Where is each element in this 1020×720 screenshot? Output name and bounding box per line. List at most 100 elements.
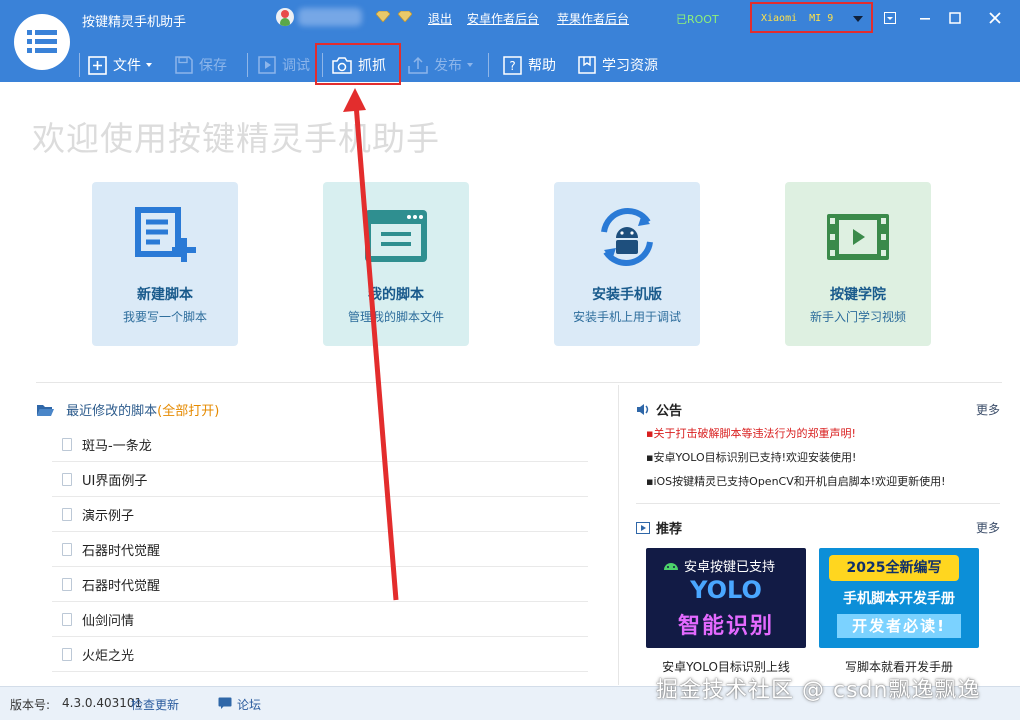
new-script-card[interactable]: 新建脚本 我要写一个脚本 <box>92 182 238 346</box>
device-name: Xiaomi MI 9 <box>761 13 834 24</box>
logout-link[interactable]: 退出 <box>428 10 452 27</box>
vip-diamond-icon-2 <box>398 11 412 22</box>
recent-script-item[interactable]: 火炬之光 <box>52 637 588 672</box>
user-name-redacted <box>298 8 362 26</box>
announcement-text: 关于打击破解脚本等违法行为的郑重声明! <box>653 427 856 440</box>
recent-script-item[interactable]: 演示例子 <box>52 497 588 532</box>
recent-scripts-header: 最近修改的脚本(全部打开) <box>36 400 219 419</box>
script-file-icon <box>62 542 72 556</box>
announcement-item[interactable]: ▪关于打击破解脚本等违法行为的郑重声明! <box>646 425 856 441</box>
panel-divider <box>636 503 1000 504</box>
app-title: 按键精灵手机助手 <box>82 15 187 30</box>
chevron-down-icon <box>853 16 863 22</box>
recent-script-item[interactable]: UI界面例子 <box>52 462 588 497</box>
title-bar: 按键精灵手机助手 退出 安卓作者后台 苹果作者后台 已ROOT Xiaomi M… <box>0 0 1020 82</box>
root-status: 已ROOT <box>676 13 719 26</box>
watermark-text: 掘金技术社区 @ csdn飘逸飘逸 <box>656 678 981 703</box>
publish-label: 发布 <box>434 58 462 74</box>
script-name: UI界面例子 <box>82 473 148 489</box>
main-menu-button[interactable] <box>14 14 70 70</box>
card-subtitle: 新手入门学习视频 <box>809 310 906 324</box>
card-subtitle: 安装手机上用于调试 <box>572 310 681 324</box>
app-window: 按键精灵手机助手 退出 安卓作者后台 苹果作者后台 已ROOT Xiaomi M… <box>0 0 1020 720</box>
minimize-button[interactable] <box>915 8 935 28</box>
recommend-header: 推荐 <box>636 518 682 537</box>
save-button[interactable]: 保存 <box>175 54 227 76</box>
card-title: 新建脚本 <box>137 287 193 303</box>
announcement-item[interactable]: ▪iOS按键精灵已支持OpenCV和开机自启脚本!欢迎更新使用! <box>646 473 946 489</box>
my-scripts-card[interactable]: 我的脚本 管理我的脚本文件 <box>323 182 469 346</box>
caret-down-icon <box>146 63 152 67</box>
upload-icon <box>408 56 428 74</box>
version-label: 版本号: <box>10 698 51 712</box>
recommend-more-link[interactable]: 更多 <box>976 519 1000 536</box>
script-name: 演示例子 <box>82 508 135 524</box>
menu-list-icon <box>27 30 57 53</box>
announcement-item[interactable]: ▪安卓YOLO目标识别已支持!欢迎安装使用! <box>646 449 856 465</box>
script-file-icon <box>62 437 72 451</box>
install-mobile-card[interactable]: 安装手机版 安装手机上用于调试 <box>554 182 700 346</box>
close-button[interactable] <box>985 8 1005 28</box>
maximize-button[interactable] <box>945 8 965 28</box>
skin-button[interactable] <box>880 8 900 28</box>
column-divider <box>618 385 619 685</box>
script-name: 石器时代觉醒 <box>82 578 161 594</box>
save-label: 保存 <box>199 58 227 74</box>
forum-chat-icon <box>218 697 232 709</box>
recent-scripts-title: 最近修改的脚本 <box>66 404 158 419</box>
check-update-link[interactable]: 检查更新 <box>131 696 179 713</box>
help-button[interactable]: ? 帮助 <box>503 54 556 76</box>
svg-text:?: ? <box>509 59 515 73</box>
caret-down-icon <box>467 63 473 67</box>
user-avatar[interactable] <box>276 8 294 26</box>
announcement-text: iOS按键精灵已支持OpenCV和开机自启脚本!欢迎更新使用! <box>653 475 946 488</box>
video-film-icon <box>827 214 889 260</box>
card-subtitle: 管理我的脚本文件 <box>347 310 444 324</box>
card-title: 我的脚本 <box>368 287 424 303</box>
recent-script-item[interactable]: 斑马-一条龙 <box>52 427 588 462</box>
android-icon <box>664 563 678 570</box>
promo-line1: 2025全新编写 <box>829 555 959 581</box>
maximize-icon <box>949 12 961 24</box>
android-backend-link[interactable]: 安卓作者后台 <box>467 10 539 27</box>
publish-button[interactable]: 发布 <box>408 54 473 76</box>
script-file-icon <box>62 647 72 661</box>
script-name: 石器时代觉醒 <box>82 543 161 559</box>
recent-script-item[interactable]: 仙剑问情 <box>52 602 588 637</box>
debug-button[interactable]: 调试 <box>258 54 310 76</box>
open-all-link[interactable]: (全部打开) <box>157 404 219 419</box>
yolo-promo-banner[interactable]: 安卓按键已支持 YOLO 智能识别 <box>646 548 806 648</box>
card-subtitle: 我要写一个脚本 <box>122 310 207 324</box>
new-file-icon <box>88 55 107 75</box>
script-name: 斑马-一条龙 <box>82 438 152 454</box>
announcement-text: 安卓YOLO目标识别已支持!欢迎安装使用! <box>653 451 857 464</box>
recommend-title: 推荐 <box>656 522 683 537</box>
promo-line1: 安卓按键已支持 <box>684 560 776 575</box>
card-title: 安装手机版 <box>592 287 662 303</box>
recent-script-item[interactable]: 石器时代觉醒 <box>52 567 588 602</box>
file-menu-label: 文件 <box>113 58 141 74</box>
android-sync-icon <box>601 207 653 267</box>
script-file-icon <box>62 612 72 626</box>
announcement-title: 公告 <box>656 404 683 419</box>
learning-resources-label: 学习资源 <box>602 58 658 74</box>
welcome-heading: 欢迎使用按键精灵手机助手 <box>32 119 440 158</box>
capture-highlight-box <box>315 43 401 85</box>
help-icon: ? <box>503 55 522 75</box>
bookmark-icon <box>578 56 596 74</box>
forum-link[interactable]: 论坛 <box>237 696 261 713</box>
announcement-header: 公告 <box>636 400 682 419</box>
promo-line2: YOLO <box>690 576 762 604</box>
new-script-icon <box>135 207 196 262</box>
dropdown-box-icon <box>884 12 896 24</box>
learning-resources-button[interactable]: 学习资源 <box>578 54 658 76</box>
file-menu-button[interactable]: 文件 <box>88 54 152 76</box>
manual-promo-banner[interactable]: 2025全新编写 手机脚本开发手册 开发者必读! <box>819 548 979 648</box>
save-icon <box>175 56 193 74</box>
recent-script-item[interactable]: 石器时代觉醒 <box>52 532 588 567</box>
device-selector[interactable]: Xiaomi MI 9 <box>750 2 873 33</box>
announcement-more-link[interactable]: 更多 <box>976 401 1000 418</box>
promo-line2: 手机脚本开发手册 <box>843 591 955 607</box>
academy-card[interactable]: 按键学院 新手入门学习视频 <box>785 182 931 346</box>
apple-backend-link[interactable]: 苹果作者后台 <box>557 10 629 27</box>
